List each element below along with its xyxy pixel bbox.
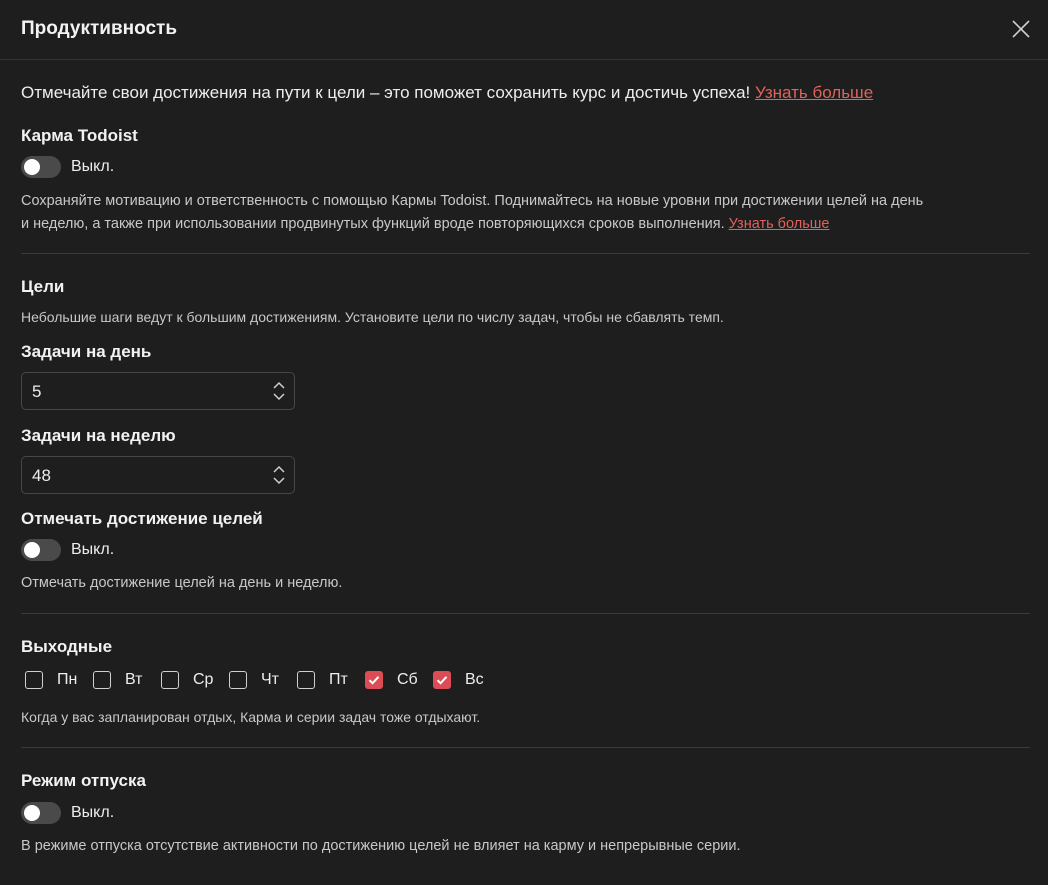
karma-description-line2-wrap: и неделю, а также при использовании прод… xyxy=(21,213,1036,236)
day-checkbox-fri[interactable]: Пт xyxy=(297,671,351,689)
karma-learn-more-link[interactable]: Узнать больше xyxy=(729,216,830,232)
day-label: Пт xyxy=(329,671,348,688)
day-checkbox-tue[interactable]: Вт xyxy=(93,671,147,689)
divider xyxy=(21,253,1030,254)
day-label: Чт xyxy=(261,671,279,688)
celebrate-toggle-row: Выкл. xyxy=(21,539,114,561)
karma-description-line2: и неделю, а также при использовании прод… xyxy=(21,216,729,232)
karma-heading: Карма Todoist xyxy=(21,126,138,145)
close-icon xyxy=(1012,20,1030,38)
intro-learn-more-link[interactable]: Узнать больше xyxy=(755,83,873,102)
celebrate-goals-description: Отмечать достижение целей на день и неде… xyxy=(21,575,343,591)
weekly-goal-input[interactable]: 48 xyxy=(21,456,295,494)
day-label: Вс xyxy=(465,671,484,688)
celebrate-goals-toggle[interactable] xyxy=(21,539,61,561)
checkbox[interactable] xyxy=(93,671,111,689)
toggle-knob xyxy=(24,542,40,558)
divider xyxy=(21,613,1030,614)
day-checkbox-mon[interactable]: Пн xyxy=(25,671,79,689)
days-off-heading: Выходные xyxy=(21,637,113,656)
karma-description-line1: Сохраняйте мотивацию и ответственность с… xyxy=(21,193,924,209)
goals-heading: Цели xyxy=(21,277,65,296)
checkbox[interactable] xyxy=(25,671,43,689)
karma-description: Сохраняйте мотивацию и ответственность с… xyxy=(21,190,1036,236)
dialog-header: Продуктивность xyxy=(0,0,1048,60)
vacation-description: В режиме отпуска отсутствие активности п… xyxy=(21,838,741,854)
vacation-toggle-label: Выкл. xyxy=(71,804,115,821)
checkbox-checked[interactable] xyxy=(433,671,451,689)
weekly-goal-value: 48 xyxy=(32,466,51,485)
days-off-description: Когда у вас запланирован отдых, Карма и … xyxy=(21,709,481,725)
weekly-goal-label: Задачи на неделю xyxy=(21,426,176,445)
day-checkbox-thu[interactable]: Чт xyxy=(229,671,283,689)
toggle-knob xyxy=(24,159,40,175)
check-icon xyxy=(368,676,380,685)
divider xyxy=(21,747,1030,748)
day-checkbox-sun[interactable]: Вс xyxy=(433,671,487,689)
close-button[interactable] xyxy=(1006,14,1036,44)
checkbox-checked[interactable] xyxy=(365,671,383,689)
karma-toggle-label: Выкл. xyxy=(71,158,115,175)
karma-toggle[interactable] xyxy=(21,156,61,178)
checkbox[interactable] xyxy=(229,671,247,689)
days-off-checkboxes: Пн Вт Ср Чт Пт Сб Вс xyxy=(25,671,501,689)
day-label: Сб xyxy=(397,671,418,688)
intro-text-body: Отмечайте свои достижения на пути к цели… xyxy=(21,83,755,102)
day-label: Вт xyxy=(125,671,143,688)
celebrate-toggle-label: Выкл. xyxy=(71,541,115,558)
celebrate-goals-label: Отмечать достижение целей xyxy=(21,509,263,528)
stepper-icon[interactable] xyxy=(272,463,286,487)
karma-toggle-row: Выкл. xyxy=(21,156,114,178)
dialog-title: Продуктивность xyxy=(21,18,178,39)
daily-goal-input[interactable]: 5 xyxy=(21,372,295,410)
day-checkbox-sat[interactable]: Сб xyxy=(365,671,419,689)
daily-goal-value: 5 xyxy=(32,382,42,401)
checkbox[interactable] xyxy=(161,671,179,689)
vacation-toggle[interactable] xyxy=(21,802,61,824)
vacation-heading: Режим отпуска xyxy=(21,771,146,790)
vacation-toggle-row: Выкл. xyxy=(21,802,114,824)
toggle-knob xyxy=(24,805,40,821)
day-label: Ср xyxy=(193,671,214,688)
intro-text: Отмечайте свои достижения на пути к цели… xyxy=(21,83,873,103)
check-icon xyxy=(436,676,448,685)
day-checkbox-wed[interactable]: Ср xyxy=(161,671,215,689)
day-label: Пн xyxy=(57,671,78,688)
goals-description: Небольшие шаги ведут к большим достижени… xyxy=(21,309,724,325)
stepper-icon[interactable] xyxy=(272,379,286,403)
daily-goal-label: Задачи на день xyxy=(21,342,152,361)
checkbox[interactable] xyxy=(297,671,315,689)
